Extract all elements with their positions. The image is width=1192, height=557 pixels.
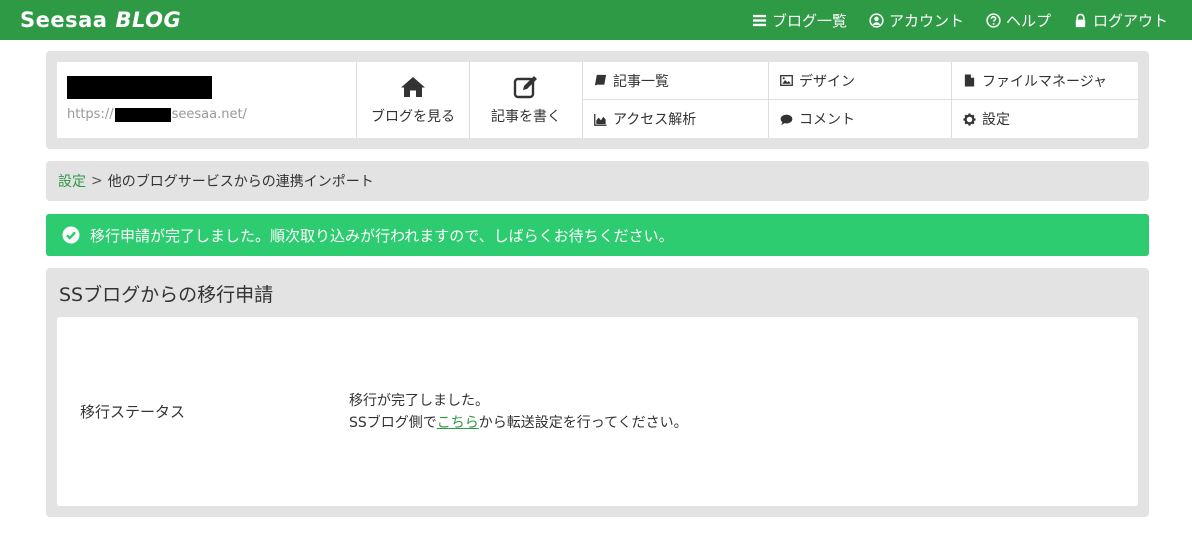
status-line-2-prefix: SSブログ側で [349, 414, 437, 431]
check-circle-icon [62, 226, 80, 244]
user-circle-icon [869, 12, 884, 28]
breadcrumb-separator: > [91, 173, 103, 189]
section-title: SSブログからの移行申請 [59, 284, 274, 306]
menu-item-label: ファイルマネージャ [982, 73, 1108, 90]
blog-menu: 記事一覧 デザイン ファイルマネージャ アクセス解析 コメント 設定 [583, 62, 1138, 138]
menu-item-label: アクセス解析 [613, 112, 697, 128]
write-post-label: 記事を書く [491, 109, 561, 125]
status-line-2: SSブログ側でこちらから転送設定を行ってください。 [349, 412, 688, 434]
transfer-settings-link[interactable]: こちら [437, 415, 479, 431]
menu-item-analytics[interactable]: アクセス解析 [583, 100, 769, 138]
blog-url-prefix: https:// [67, 107, 114, 122]
top-nav: ブログ一覧 アカウント ヘルプ ログアウト [752, 10, 1168, 31]
book-icon [594, 74, 607, 86]
blog-info: https:// seesaa.net/ [57, 62, 357, 138]
blog-url-suffix: seesaa.net/ [171, 107, 247, 122]
blog-name-redacted[interactable] [67, 76, 212, 99]
file-icon [964, 74, 975, 87]
help-label: ヘルプ [1005, 11, 1051, 30]
menu-item-label: 記事一覧 [613, 73, 669, 90]
home-icon [401, 77, 425, 97]
breadcrumb-current: 他のブログサービスからの連携インポート [107, 174, 374, 190]
menu-item-comments[interactable]: コメント [769, 100, 952, 138]
section-body: 移行ステータス 移行が完了しました。 SSブログ側でこちらから転送設定を行ってく… [57, 317, 1138, 506]
success-alert: 移行申請が完了しました。順次取り込みが行われますので、しばらくお待ちください。 [46, 214, 1149, 256]
help-link[interactable]: ヘルプ [986, 10, 1051, 31]
blog-url[interactable]: https:// seesaa.net/ [67, 107, 346, 122]
migration-section: SSブログからの移行申請 移行ステータス 移行が完了しました。 SSブログ側でこ… [46, 268, 1149, 517]
gear-icon [963, 112, 976, 126]
logo-blog: BLOG [115, 8, 182, 32]
comments-icon [780, 114, 793, 125]
blog-url-redacted [114, 107, 171, 122]
status-line-1: 移行が完了しました。 [349, 392, 489, 409]
menu-item-posts[interactable]: 記事一覧 [583, 62, 769, 100]
top-bar: Seesaa BLOG ブログ一覧 アカウント ヘルプ ログアウト [0, 0, 1192, 40]
blog-list-link[interactable]: ブログ一覧 [752, 10, 847, 31]
menu-item-label: デザイン [799, 73, 855, 90]
question-circle-icon [986, 12, 1001, 28]
alert-message: 移行申請が完了しました。順次取り込みが行われますので、しばらくお待ちください。 [90, 226, 674, 245]
logo-seesaa: Seesaa [20, 8, 108, 32]
image-icon [780, 75, 793, 86]
list-icon [752, 14, 766, 26]
area-chart-icon [594, 113, 607, 126]
logout-link[interactable]: ログアウト [1073, 10, 1168, 31]
status-value: 移行が完了しました。 SSブログ側でこちらから転送設定を行ってください。 [349, 390, 688, 434]
menu-item-design[interactable]: デザイン [769, 62, 952, 100]
edit-icon [513, 76, 537, 99]
account-link[interactable]: アカウント [869, 10, 964, 31]
status-line-2-suffix: から転送設定を行ってください。 [478, 414, 688, 431]
blog-header: https:// seesaa.net/ ブログを見る 記事を書く 記事一覧 デ… [57, 62, 1138, 138]
blog-header-panel: https:// seesaa.net/ ブログを見る 記事を書く 記事一覧 デ… [46, 51, 1149, 149]
menu-item-label: コメント [799, 112, 855, 128]
view-blog-button[interactable]: ブログを見る [357, 62, 470, 138]
breadcrumb: 設定 > 他のブログサービスからの連携インポート [46, 161, 1149, 201]
menu-item-label: 設定 [982, 112, 1010, 128]
menu-item-file-manager[interactable]: ファイルマネージャ [952, 62, 1138, 100]
status-label: 移行ステータス [80, 403, 186, 421]
write-post-button[interactable]: 記事を書く [470, 62, 583, 138]
lock-icon [1075, 13, 1086, 27]
blog-list-label: ブログ一覧 [771, 11, 847, 30]
breadcrumb-settings-link[interactable]: 設定 [58, 171, 86, 191]
logout-label: ログアウト [1092, 11, 1168, 30]
menu-item-settings[interactable]: 設定 [952, 100, 1138, 138]
seesaa-blog-logo[interactable]: Seesaa BLOG [20, 8, 181, 32]
view-blog-label: ブログを見る [371, 109, 455, 125]
account-label: アカウント [888, 11, 964, 30]
